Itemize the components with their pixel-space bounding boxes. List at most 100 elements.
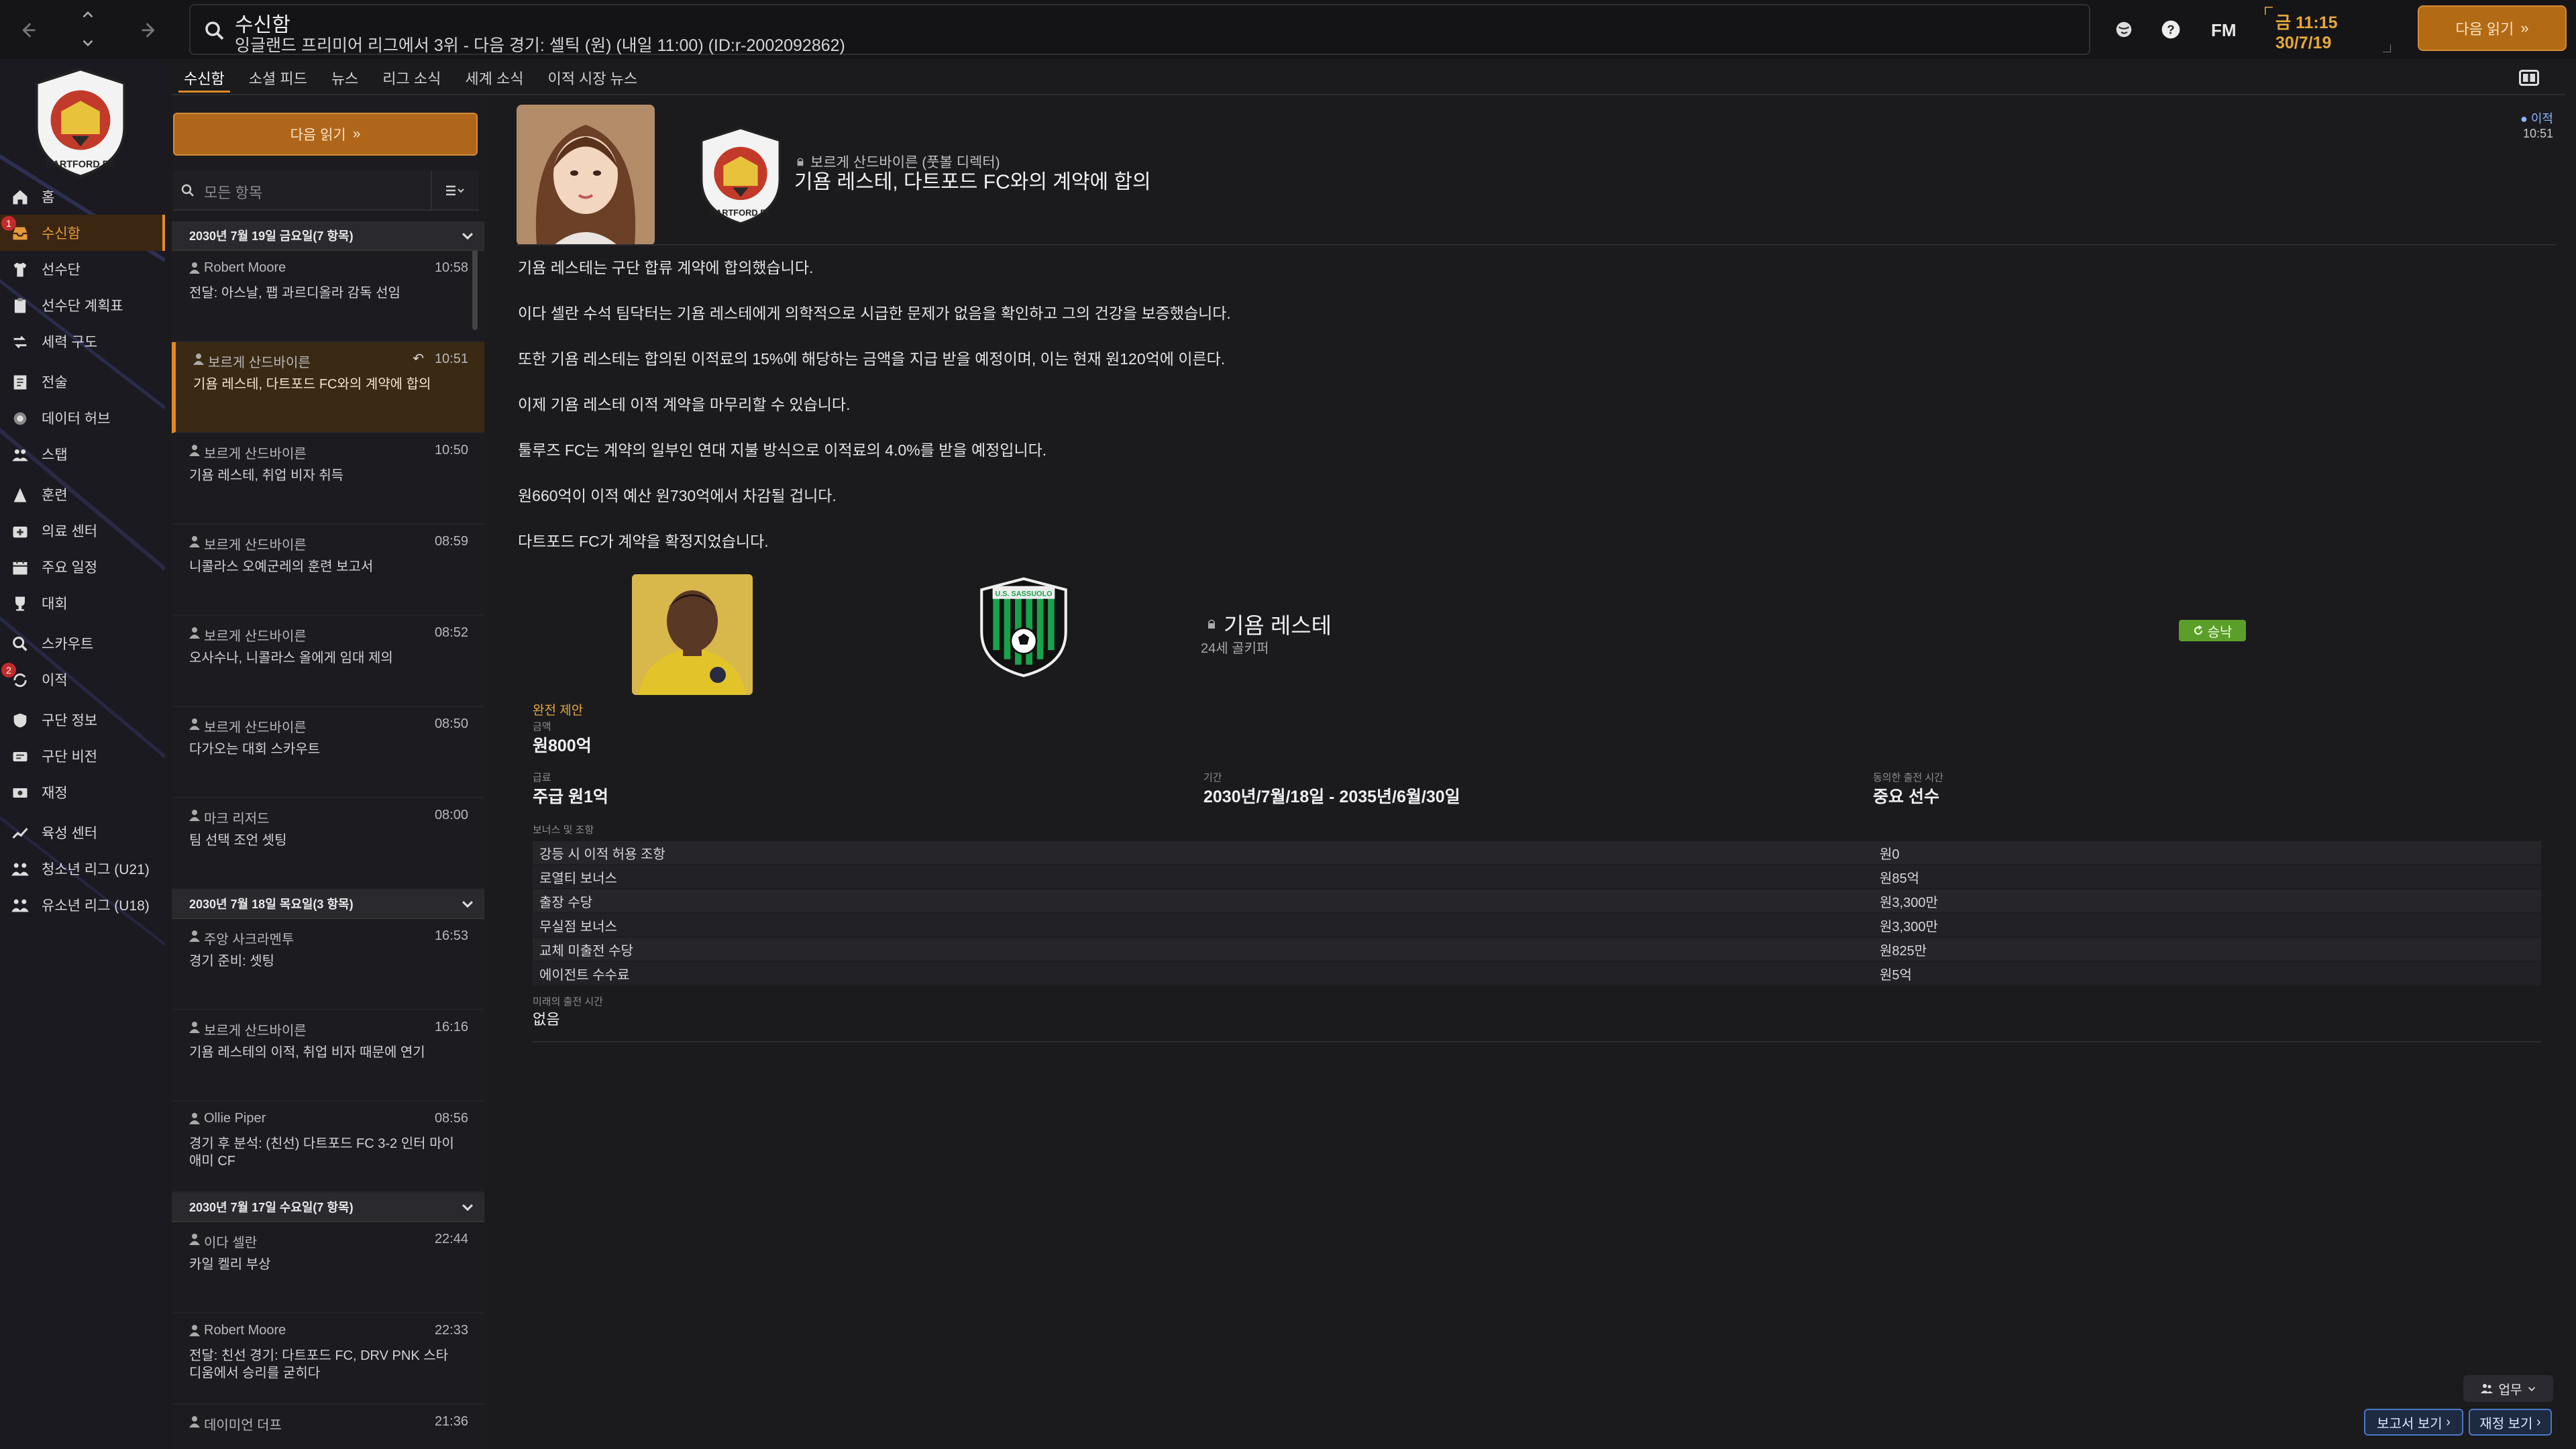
scroll-down-icon[interactable] bbox=[72, 34, 103, 52]
sidebar-item-label: 수신함 bbox=[42, 226, 80, 241]
bonus-name: 강등 시 이적 허용 조항 bbox=[539, 847, 665, 862]
bonus-name: 로열티 보너스 bbox=[539, 871, 617, 886]
layout-grid-icon[interactable] bbox=[2517, 66, 2541, 90]
inbox-message[interactable]: 보르게 산드바이른 10:51 기욤 레스테, 다트포드 FC와의 계약에 합의 ↶ bbox=[172, 342, 484, 433]
person-icon bbox=[189, 536, 200, 547]
inbox-message[interactable]: 보르게 산드바이른 08:59 니콜라스 오예군레의 훈련 보고서 bbox=[172, 525, 484, 616]
tab-2[interactable]: 뉴스 bbox=[319, 63, 370, 93]
inbox-message[interactable]: 이다 셀란 22:44 카일 켈리 부상 bbox=[172, 1222, 484, 1313]
help-icon[interactable]: ? bbox=[2159, 17, 2183, 42]
chevron-down-icon bbox=[2528, 1387, 2536, 1391]
sassuolo-crest[interactable]: U.S. SASSUOLO bbox=[977, 577, 1071, 678]
sidebar-item-16[interactable]: 재정 bbox=[0, 774, 165, 810]
sidebar-item-19[interactable]: 유소년 리그 (U18) bbox=[0, 887, 165, 923]
message-time: 22:44 bbox=[434, 1232, 468, 1246]
tab-5[interactable]: 이적 시장 뉴스 bbox=[535, 63, 649, 93]
home-icon bbox=[13, 190, 28, 205]
date-group-header[interactable]: 2030년 7월 18일 목요일(3 항목) bbox=[172, 890, 484, 919]
bonus-row: 에이전트 수수료 원5억 bbox=[533, 962, 2541, 986]
date-group-header[interactable]: 2030년 7월 17일 수요일(7 항목) bbox=[172, 1193, 484, 1222]
sidebar-item-5[interactable]: 전술 bbox=[0, 364, 165, 400]
chevron-down-icon[interactable] bbox=[460, 896, 475, 911]
sidebar-item-12[interactable]: 스카우트 bbox=[0, 625, 165, 661]
sidebar-item-2[interactable]: 선수단 bbox=[0, 251, 165, 287]
person-icon bbox=[189, 1416, 200, 1428]
view-finance-button[interactable]: 재정 보기 › bbox=[2469, 1409, 2552, 1436]
inbox-message[interactable]: Ollie Piper 08:56 경기 후 분석: (친선) 다트포드 FC 3-… bbox=[172, 1102, 484, 1193]
sidebar-item-label: 유소년 리그 (U18) bbox=[42, 898, 150, 914]
date-time[interactable]: 금 11:15 30/7/19 bbox=[2265, 7, 2391, 52]
sidebar-item-0[interactable]: 홈 bbox=[0, 178, 165, 215]
search-icon[interactable] bbox=[203, 19, 227, 43]
sidebar-item-17[interactable]: 육성 센터 bbox=[0, 814, 165, 851]
accepted-label: 승낙 bbox=[2207, 625, 2233, 640]
shield-icon bbox=[13, 713, 27, 728]
inbox-message[interactable]: 데이미언 더프 21:36 bbox=[172, 1405, 484, 1449]
sidebar-item-13[interactable]: 이적 2 bbox=[0, 661, 165, 698]
sidebar-item-9[interactable]: 의료 센터 bbox=[0, 513, 165, 549]
back-arrow-icon[interactable] bbox=[12, 15, 43, 46]
youth-icon bbox=[11, 899, 29, 912]
accepted-badge: 승낙 bbox=[2179, 620, 2246, 641]
wage-label: 급료 bbox=[533, 772, 551, 784]
chevron-down-icon[interactable] bbox=[460, 228, 475, 243]
sidebar-item-14[interactable]: 구단 정보 bbox=[0, 702, 165, 738]
sidebar-item-8[interactable]: 훈련 bbox=[0, 476, 165, 513]
sidebar-item-label: 선수단 계획표 bbox=[42, 299, 123, 314]
inbox-continue-label: 다음 읽기 bbox=[290, 127, 346, 143]
club-badge[interactable]: DARTFORD FC bbox=[27, 66, 134, 180]
sidebar-item-15[interactable]: 구단 비전 bbox=[0, 738, 165, 774]
sidebar-item-label: 선수단 bbox=[42, 262, 80, 278]
message-time: 16:53 bbox=[434, 928, 468, 943]
inbox-message[interactable]: Robert Moore 10:58 전달: 아스날, 팹 과르디올라 감독 선임 bbox=[172, 251, 484, 342]
finance-icon bbox=[13, 788, 28, 798]
inbox-continue-button[interactable]: 다음 읽기 » bbox=[173, 113, 478, 156]
clipboard-icon bbox=[14, 298, 26, 313]
inbox-panel: 다음 읽기 » 모든 항목 2030년 7월 19일 금요일(7 항목) Robe… bbox=[172, 95, 486, 1449]
tab-3[interactable]: 리그 소식 bbox=[370, 63, 453, 93]
sidebar-item-7[interactable]: 스탭 bbox=[0, 436, 165, 472]
view-report-button[interactable]: 보고서 보기 › bbox=[2364, 1409, 2463, 1436]
inbox-message[interactable]: Robert Moore 22:33 전달: 친선 경기: 다트포드 FC, DRV… bbox=[172, 1313, 484, 1405]
sidebar-item-6[interactable]: 데이터 허브 bbox=[0, 400, 165, 436]
calendar-icon bbox=[13, 560, 28, 575]
sidebar-item-10[interactable]: 주요 일정 bbox=[0, 549, 165, 585]
fm-logo[interactable]: FM bbox=[2211, 20, 2237, 41]
inbox-message[interactable]: 보르게 산드바이른 08:50 다가오는 대회 스카우트 bbox=[172, 707, 484, 798]
inbox-message[interactable]: 마크 리저드 08:00 팀 선택 조언 셋팅 bbox=[172, 798, 484, 890]
tab-4[interactable]: 세계 소식 bbox=[453, 63, 535, 93]
message-time: 21:36 bbox=[434, 1414, 468, 1429]
continue-button[interactable]: 다음 읽기 » bbox=[2418, 5, 2567, 51]
inbox-message[interactable]: 보르게 산드바이른 16:16 기욤 레스테의 이적, 취업 비자 때문에 연기 bbox=[172, 1010, 484, 1102]
tab-0[interactable]: 수신함 bbox=[172, 63, 237, 93]
sidebar-item-11[interactable]: 대회 bbox=[0, 585, 165, 621]
sidebar-item-label: 훈련 bbox=[42, 488, 68, 503]
task-button[interactable]: 업무 bbox=[2463, 1375, 2553, 1402]
sidebar-item-3[interactable]: 선수단 계획표 bbox=[0, 287, 165, 323]
player-name[interactable]: 기욤 레스테 bbox=[1206, 608, 1332, 640]
transfer-tag-icon: ● bbox=[2520, 112, 2528, 125]
sidebar-item-4[interactable]: 세력 구도 bbox=[0, 323, 165, 360]
bonus-value: 원0 bbox=[1880, 847, 1900, 862]
youth-icon bbox=[11, 863, 29, 876]
date-group-header[interactable]: 2030년 7월 19일 금요일(7 항목) bbox=[172, 221, 484, 251]
scroll-up-icon[interactable] bbox=[72, 5, 103, 24]
message-paragraph: 기욤 레스테는 구단 합류 계약에 합의했습니다. bbox=[518, 259, 814, 276]
forward-arrow-icon[interactable] bbox=[134, 15, 165, 46]
sidebar-item-1[interactable]: 수신함 1 bbox=[0, 215, 165, 251]
bonus-row: 교체 미출전 수당 원825만 bbox=[533, 938, 2541, 962]
tab-1[interactable]: 소셜 피드 bbox=[237, 63, 319, 93]
inbox-message[interactable]: 주앙 사크라멘투 16:53 경기 준비: 셋팅 bbox=[172, 919, 484, 1010]
player-photo[interactable] bbox=[632, 574, 753, 695]
inbox-message[interactable]: 보르게 산드바이른 08:52 오사수나, 니콜라스 올에게 임대 제의 bbox=[172, 616, 484, 707]
filter-menu-icon[interactable] bbox=[431, 170, 478, 211]
inbox-filter[interactable]: 모든 항목 bbox=[173, 170, 479, 211]
inbox-message[interactable]: 보르게 산드바이른 10:50 기욤 레스테, 취업 비자 취득 bbox=[172, 433, 484, 525]
message-sender: Robert Moore bbox=[204, 260, 286, 275]
message-time: 16:16 bbox=[434, 1020, 468, 1034]
playing-time-value: 중요 선수 bbox=[1873, 788, 1939, 806]
chevron-down-icon[interactable] bbox=[460, 1199, 475, 1214]
sidebar-item-18[interactable]: 청소년 리그 (U21) bbox=[0, 851, 165, 887]
message-time: 08:52 bbox=[434, 625, 468, 640]
globe-icon[interactable] bbox=[2112, 17, 2136, 42]
